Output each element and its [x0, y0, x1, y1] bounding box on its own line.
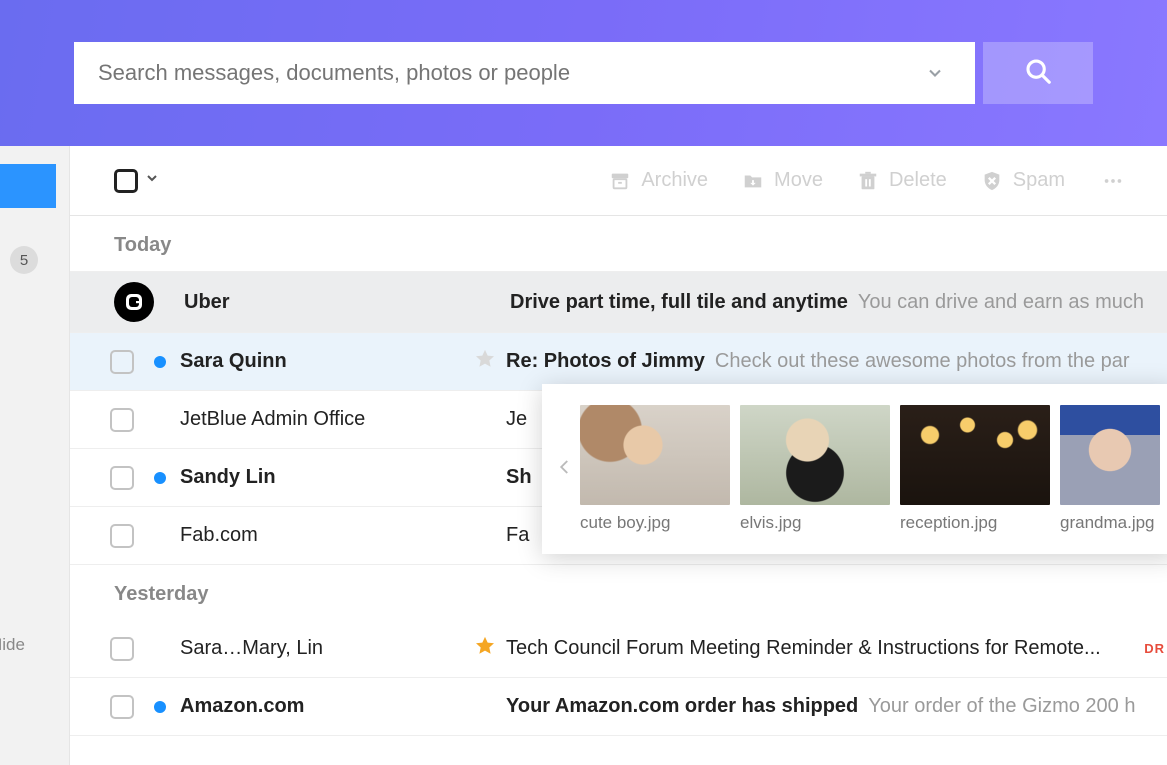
search-icon	[1023, 56, 1053, 91]
archive-button[interactable]: Archive	[609, 169, 708, 192]
message-sender: Amazon.com	[180, 695, 470, 718]
section-header-today: Today	[70, 216, 1167, 271]
attachment-thumb[interactable]: elvis.jpg	[740, 405, 890, 533]
sidebar-hide-button[interactable]: Hide	[0, 635, 25, 655]
attachment-filename: grandma.jpg	[1060, 513, 1160, 533]
attachment-filename: cute boy.jpg	[580, 513, 730, 533]
more-button[interactable]	[1099, 170, 1127, 192]
archive-icon	[609, 170, 631, 192]
row-checkbox[interactable]	[110, 695, 134, 719]
chevron-down-icon[interactable]	[144, 170, 160, 191]
row-checkbox[interactable]	[110, 350, 134, 374]
chevron-left-icon	[556, 452, 574, 487]
row-checkbox[interactable]	[110, 466, 134, 490]
row-checkbox[interactable]	[110, 524, 134, 548]
delete-label: Delete	[889, 169, 947, 192]
message-subject: Your Amazon.com order has shippedYour or…	[506, 695, 1167, 718]
unread-dot-icon	[154, 472, 166, 484]
message-subject: Tech Council Forum Meeting Reminder & In…	[506, 637, 1132, 660]
spam-button[interactable]: Spam	[981, 169, 1065, 192]
search-input[interactable]	[98, 60, 919, 86]
trash-icon	[857, 170, 879, 192]
row-checkbox[interactable]	[110, 637, 134, 661]
more-icon	[1099, 170, 1127, 192]
attachment-preview-popover: cute boy.jpg elvis.jpg reception.jpg gra…	[542, 384, 1167, 554]
attachment-thumb[interactable]: reception.jpg	[900, 405, 1050, 533]
uber-avatar-icon	[114, 282, 154, 322]
draft-badge: DR	[1144, 641, 1167, 656]
list-toolbar: Archive Move Delete	[70, 146, 1167, 216]
message-row[interactable]: Sara Quinn Re: Photos of JimmyCheck out …	[70, 333, 1167, 391]
delete-button[interactable]: Delete	[857, 169, 947, 192]
message-subject: Drive part time, full tile and anytimeYo…	[510, 291, 1167, 314]
message-sender: Sara…Mary, Lin	[180, 637, 470, 660]
message-row[interactable]: Sara…Mary, Lin Tech Council Forum Meetin…	[70, 620, 1167, 678]
message-sender: Sara Quinn	[180, 350, 470, 373]
move-icon	[742, 170, 764, 192]
message-subject: Re: Photos of JimmyCheck out these aweso…	[506, 350, 1167, 373]
message-row-ad[interactable]: Uber Drive part time, full tile and anyt…	[70, 271, 1167, 333]
preview-prev-button[interactable]	[550, 452, 580, 487]
select-all-checkbox[interactable]	[114, 169, 138, 193]
sidebar-count-badge[interactable]: 5	[10, 246, 38, 274]
select-all[interactable]	[114, 169, 160, 193]
message-sender: Sandy Lin	[180, 466, 470, 489]
attachment-thumb[interactable]: cute boy.jpg	[580, 405, 730, 533]
message-sender: Fab.com	[180, 524, 470, 547]
search-box[interactable]	[74, 42, 975, 104]
shield-icon	[981, 170, 1003, 192]
attachment-filename: elvis.jpg	[740, 513, 890, 533]
thumbnail-image	[1060, 405, 1160, 505]
search-wrap	[74, 42, 1093, 104]
attachment-thumb[interactable]: grandma.jpg	[1060, 405, 1160, 533]
unread-dot-icon	[154, 701, 166, 713]
unread-dot-icon	[154, 356, 166, 368]
unread-spacer	[154, 414, 166, 426]
star-filled-icon	[474, 635, 496, 663]
toolbar-actions: Archive Move Delete	[609, 169, 1167, 192]
star-button[interactable]	[470, 635, 500, 663]
thumbnail-image	[740, 405, 890, 505]
move-label: Move	[774, 169, 823, 192]
message-row[interactable]: Amazon.com Your Amazon.com order has shi…	[70, 678, 1167, 736]
message-sender: Uber	[184, 291, 474, 314]
section-header-yesterday: Yesterday	[70, 565, 1167, 620]
unread-spacer	[154, 530, 166, 542]
sidebar-active-indicator[interactable]	[0, 164, 56, 208]
row-checkbox[interactable]	[110, 408, 134, 432]
move-button[interactable]: Move	[742, 169, 823, 192]
star-button[interactable]	[470, 348, 500, 376]
attachment-thumbs: cute boy.jpg elvis.jpg reception.jpg gra…	[580, 399, 1167, 539]
top-search-bar	[0, 0, 1167, 146]
attachment-filename: reception.jpg	[900, 513, 1050, 533]
star-outline-icon	[474, 348, 496, 376]
thumbnail-image	[900, 405, 1050, 505]
chevron-down-icon[interactable]	[919, 63, 951, 83]
search-button[interactable]	[983, 42, 1093, 104]
message-sender: JetBlue Admin Office	[180, 408, 470, 431]
sidebar: 5 Hide	[0, 146, 70, 765]
archive-label: Archive	[641, 169, 708, 192]
spam-label: Spam	[1013, 169, 1065, 192]
unread-spacer	[154, 643, 166, 655]
thumbnail-image	[580, 405, 730, 505]
